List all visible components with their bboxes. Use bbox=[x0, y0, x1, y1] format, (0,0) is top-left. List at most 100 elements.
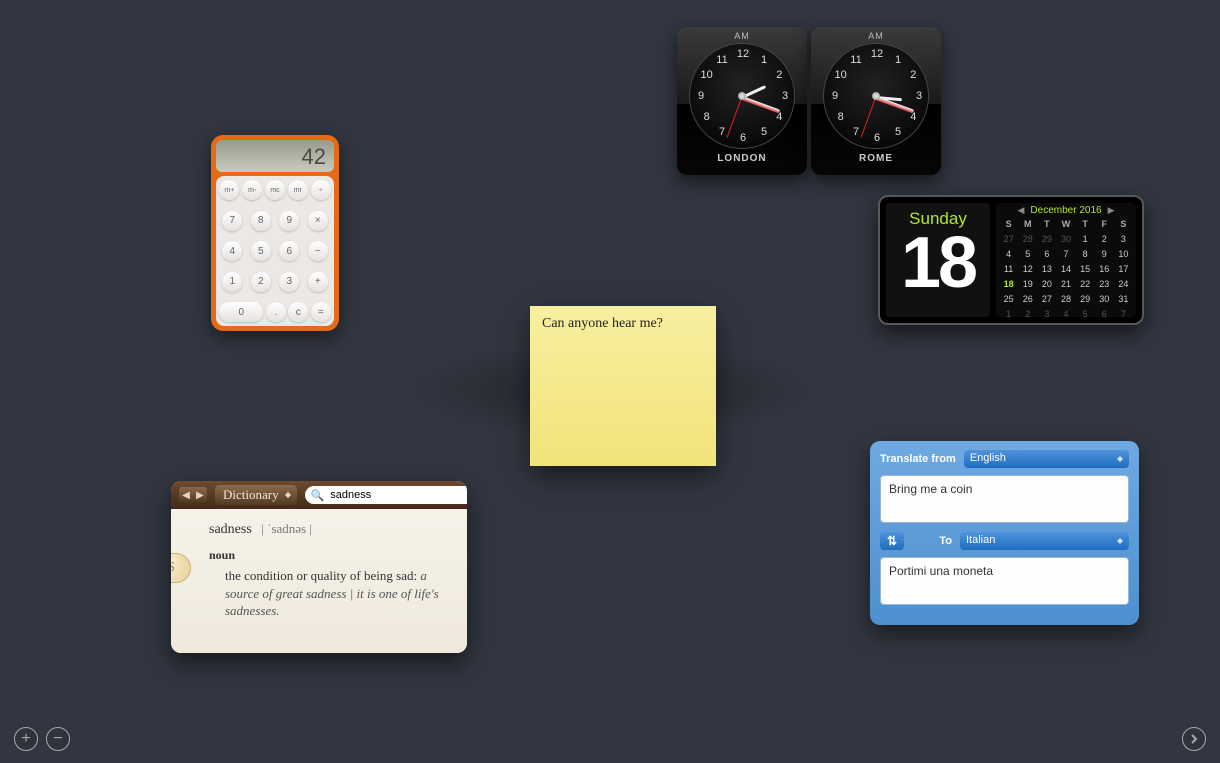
calc-key-−[interactable]: − bbox=[308, 241, 328, 261]
calendar-day[interactable]: 17 bbox=[1114, 261, 1133, 276]
calendar-next-icon[interactable]: ▶ bbox=[1108, 205, 1115, 216]
dictionary-headword: sadness bbox=[209, 522, 252, 537]
translator-widget[interactable]: Translate from English Bring me a coin ⇅… bbox=[870, 441, 1139, 625]
calendar-day[interactable]: 5 bbox=[1018, 246, 1037, 261]
calendar-day[interactable]: 24 bbox=[1114, 276, 1133, 291]
dictionary-forward-button[interactable]: ▶ bbox=[193, 487, 207, 503]
calc-key-=[interactable]: = bbox=[311, 302, 331, 322]
dictionary-thumb-index[interactable]: S bbox=[171, 553, 191, 583]
calendar-day[interactable]: 8 bbox=[1076, 246, 1095, 261]
calendar-day-other[interactable]: 7 bbox=[1114, 306, 1133, 321]
calc-key-5[interactable]: 5 bbox=[251, 241, 271, 261]
calendar-dow: S bbox=[1114, 216, 1133, 231]
calendar-day[interactable]: 31 bbox=[1114, 291, 1133, 306]
calendar-day[interactable]: 18 bbox=[999, 276, 1018, 291]
calendar-day-other[interactable]: 27 bbox=[999, 231, 1018, 246]
calendar-day[interactable]: 30 bbox=[1095, 291, 1114, 306]
calendar-day[interactable]: 11 bbox=[999, 261, 1018, 276]
calendar-day[interactable]: 6 bbox=[1037, 246, 1056, 261]
calc-key-÷[interactable]: ÷ bbox=[311, 180, 331, 200]
calc-key-3[interactable]: 3 bbox=[279, 272, 299, 292]
calendar-prev-icon[interactable]: ◀ bbox=[1018, 205, 1025, 216]
calculator-keypad: m+m-mcmr÷ 789 × 456− 123 +0.c= bbox=[216, 176, 334, 326]
calendar-day[interactable]: 29 bbox=[1076, 291, 1095, 306]
swap-languages-button[interactable]: ⇅ bbox=[880, 532, 904, 550]
calendar-day[interactable]: 3 bbox=[1114, 231, 1133, 246]
dashboard-remove-button[interactable]: − bbox=[46, 727, 70, 751]
translate-to-label: To bbox=[912, 535, 952, 547]
calendar-day[interactable]: 2 bbox=[1095, 231, 1114, 246]
calendar-dow: M bbox=[1018, 216, 1037, 231]
calendar-day-other[interactable]: 5 bbox=[1076, 306, 1095, 321]
calendar-grid: SMTWTFS272829301234567891011121314151617… bbox=[999, 216, 1133, 321]
translate-source-text[interactable]: Bring me a coin bbox=[880, 475, 1129, 523]
calendar-day[interactable]: 4 bbox=[999, 246, 1018, 261]
calendar-day[interactable]: 15 bbox=[1076, 261, 1095, 276]
world-clock-rome[interactable]: AM121234567891011ROME bbox=[811, 27, 941, 175]
calendar-day[interactable]: 26 bbox=[1018, 291, 1037, 306]
calc-key-0[interactable]: 0 bbox=[219, 302, 263, 322]
calendar-day[interactable]: 1 bbox=[1076, 231, 1095, 246]
dictionary-source-select[interactable]: Dictionary bbox=[215, 485, 297, 505]
calc-key-c[interactable]: c bbox=[288, 302, 308, 322]
calc-key-4[interactable]: 4 bbox=[222, 241, 242, 261]
calendar-day-other[interactable]: 28 bbox=[1018, 231, 1037, 246]
calendar-widget[interactable]: Sunday 18 ◀ December 2016 ▶ SMTWTFS27282… bbox=[878, 195, 1144, 325]
calendar-day[interactable]: 9 bbox=[1095, 246, 1114, 261]
calc-key-.[interactable]: . bbox=[266, 302, 286, 322]
clock-numeral: 6 bbox=[869, 132, 885, 144]
dictionary-pos: noun bbox=[209, 548, 451, 563]
calendar-day[interactable]: 23 bbox=[1095, 276, 1114, 291]
calendar-day[interactable]: 25 bbox=[999, 291, 1018, 306]
translate-from-select[interactable]: English bbox=[964, 450, 1129, 468]
calendar-day[interactable]: 22 bbox=[1076, 276, 1095, 291]
calc-key-mr[interactable]: mr bbox=[288, 180, 308, 200]
calendar-day-other[interactable]: 29 bbox=[1037, 231, 1056, 246]
dictionary-toolbar: ◀ ▶ Dictionary 🔍 ✕ bbox=[171, 481, 467, 509]
calc-key-7[interactable]: 7 bbox=[222, 211, 242, 231]
calendar-day[interactable]: 19 bbox=[1018, 276, 1037, 291]
calendar-day-other[interactable]: 1 bbox=[999, 306, 1018, 321]
sticky-note-widget[interactable]: Can anyone hear me? bbox=[530, 306, 716, 466]
calc-key-2[interactable]: 2 bbox=[251, 272, 271, 292]
calculator-widget[interactable]: 42 m+m-mcmr÷ 789 × 456− 123 +0.c= bbox=[211, 135, 339, 331]
calc-key-8[interactable]: 8 bbox=[251, 211, 271, 231]
clock-numeral: 1 bbox=[890, 54, 906, 66]
clock-numeral: 9 bbox=[693, 90, 709, 102]
dictionary-widget[interactable]: ◀ ▶ Dictionary 🔍 ✕ S sadness | ˈsadnəs |… bbox=[171, 481, 467, 653]
calendar-day[interactable]: 16 bbox=[1095, 261, 1114, 276]
calendar-day-other[interactable]: 3 bbox=[1037, 306, 1056, 321]
clock-ampm: AM bbox=[677, 31, 807, 41]
dashboard-add-button[interactable]: + bbox=[14, 727, 38, 751]
calc-key-+[interactable]: + bbox=[308, 272, 328, 292]
dictionary-search-input[interactable] bbox=[328, 488, 467, 502]
calc-key-6[interactable]: 6 bbox=[279, 241, 299, 261]
calc-key-1[interactable]: 1 bbox=[222, 272, 242, 292]
dictionary-back-button[interactable]: ◀ bbox=[179, 487, 193, 503]
dictionary-search-field[interactable]: 🔍 ✕ bbox=[305, 486, 467, 504]
calendar-day[interactable]: 27 bbox=[1037, 291, 1056, 306]
calendar-day[interactable]: 20 bbox=[1037, 276, 1056, 291]
translate-to-select[interactable]: Italian bbox=[960, 532, 1129, 550]
calc-key-m+[interactable]: m+ bbox=[219, 180, 239, 200]
calendar-day[interactable]: 14 bbox=[1056, 261, 1075, 276]
calc-key-9[interactable]: 9 bbox=[279, 211, 299, 231]
calendar-day[interactable]: 21 bbox=[1056, 276, 1075, 291]
calendar-day-other[interactable]: 6 bbox=[1095, 306, 1114, 321]
translate-target-text: Portimi una moneta bbox=[880, 557, 1129, 605]
calendar-day[interactable]: 28 bbox=[1056, 291, 1075, 306]
world-clock-london[interactable]: AM121234567891011LONDON bbox=[677, 27, 807, 175]
calendar-day-other[interactable]: 30 bbox=[1056, 231, 1075, 246]
calendar-day-other[interactable]: 2 bbox=[1018, 306, 1037, 321]
calc-key-×[interactable]: × bbox=[308, 211, 328, 231]
dashboard-more-button[interactable] bbox=[1182, 727, 1206, 751]
calc-key-m-[interactable]: m- bbox=[242, 180, 262, 200]
calendar-day[interactable]: 10 bbox=[1114, 246, 1133, 261]
calendar-day[interactable]: 13 bbox=[1037, 261, 1056, 276]
calendar-day[interactable]: 12 bbox=[1018, 261, 1037, 276]
calc-key-mc[interactable]: mc bbox=[265, 180, 285, 200]
calendar-day-other[interactable]: 4 bbox=[1056, 306, 1075, 321]
calendar-month-panel: ◀ December 2016 ▶ SMTWTFS272829301234567… bbox=[996, 203, 1136, 317]
calendar-day[interactable]: 7 bbox=[1056, 246, 1075, 261]
clock-numeral: 10 bbox=[699, 69, 715, 81]
